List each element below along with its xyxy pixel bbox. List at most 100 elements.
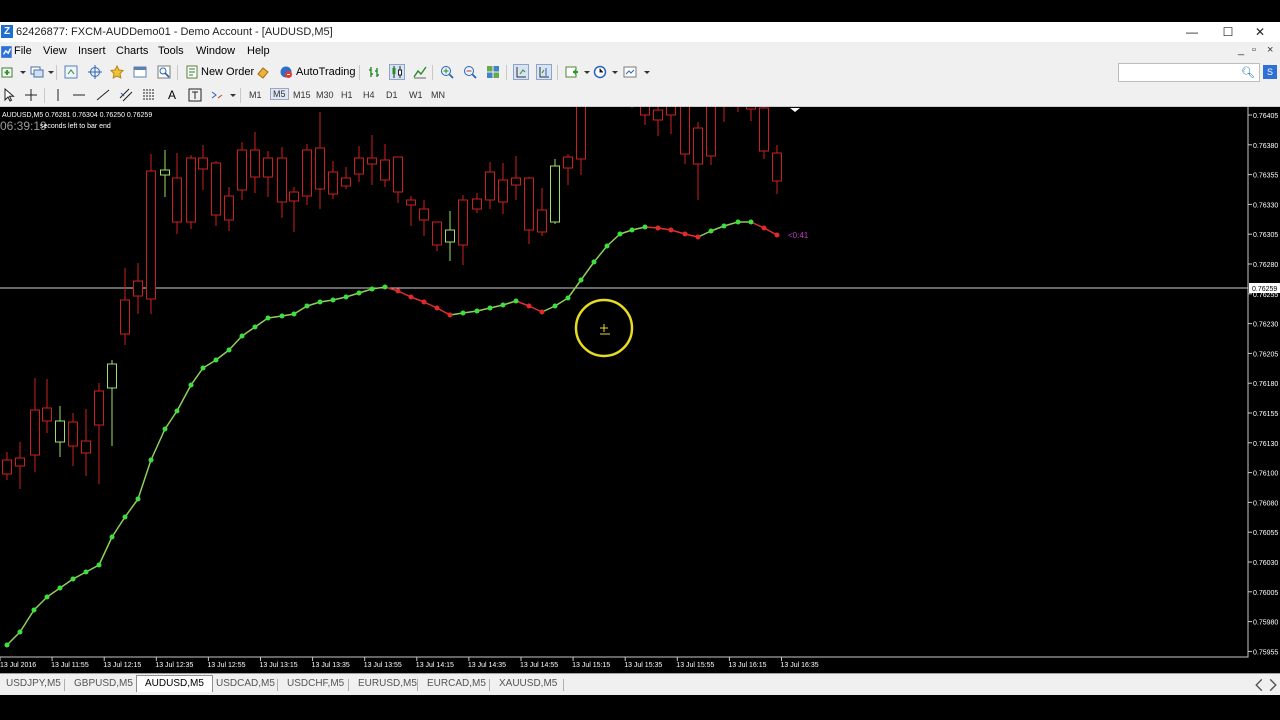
autotrading-icon[interactable] [279, 65, 293, 79]
tabs-scroll-left-icon[interactable] [1252, 678, 1263, 692]
crosshair-tool-icon[interactable] [24, 88, 38, 102]
menu-insert[interactable]: Insert [78, 45, 106, 57]
timeframe-m5[interactable]: M5 [270, 88, 289, 100]
y-axis-label: 0.76230 [1253, 322, 1278, 329]
mt4-app-icon: Z [1, 25, 13, 38]
market-watch-icon[interactable] [64, 65, 78, 79]
menu-file[interactable]: File [14, 45, 32, 57]
crosshair-icon[interactable] [88, 65, 102, 79]
tab-xauusd[interactable]: XAUUSD,M5 [493, 677, 563, 690]
bar-timer-note: seconds left to bar end [40, 123, 111, 130]
y-axis-label: 0.75955 [1253, 649, 1278, 656]
ma-point [265, 315, 271, 321]
x-axis-label: 13 Jul 15:35 [624, 662, 662, 669]
vertical-line-icon[interactable] [51, 88, 65, 102]
y-axis-label: 0.76305 [1253, 232, 1278, 239]
text-box-icon[interactable] [188, 88, 202, 102]
new-order-button[interactable]: New Order [201, 66, 254, 78]
trendline-icon[interactable] [96, 88, 110, 102]
tab-separator [64, 679, 65, 691]
toolbar-separator [240, 88, 241, 103]
tile-windows-icon[interactable] [486, 65, 500, 79]
chevron-down-icon[interactable] [640, 65, 650, 79]
tab-audusd[interactable]: AUDUSD,M5 [136, 675, 213, 692]
candle-body [498, 179, 508, 203]
zoom-out-icon[interactable] [463, 65, 477, 79]
menu-tools[interactable]: Tools [158, 45, 184, 57]
templates-icon[interactable] [623, 65, 637, 79]
y-axis-label: 0.75980 [1253, 620, 1278, 627]
chart-shift-icon[interactable] [536, 64, 552, 80]
profiles-icon[interactable] [30, 65, 44, 79]
text-label-icon[interactable]: A [165, 88, 179, 102]
zoom-in-icon[interactable] [440, 65, 454, 79]
timeframe-mn[interactable]: MN [431, 90, 445, 100]
chevron-down-icon[interactable] [608, 65, 618, 79]
close-button[interactable]: ✕ [1240, 24, 1280, 40]
arrows-icon[interactable] [210, 88, 224, 102]
community-icon[interactable]: S [1263, 65, 1277, 79]
fibonacci-icon[interactable] [142, 88, 156, 102]
x-axis-label: 13 Jul 14:55 [520, 662, 558, 669]
candle-body [406, 199, 416, 206]
strategy-tester-icon[interactable] [157, 65, 171, 79]
autoscroll-icon[interactable] [513, 64, 529, 80]
menu-window[interactable]: Window [196, 45, 235, 57]
autotrading-button[interactable]: AutoTrading [296, 66, 356, 78]
timeframe-m30[interactable]: M30 [316, 90, 334, 100]
tab-usdchf[interactable]: USDCHF,M5 [281, 677, 350, 690]
menu-help[interactable]: Help [247, 45, 270, 57]
timeframe-m1[interactable]: M1 [249, 90, 262, 100]
terminal-icon[interactable] [133, 65, 147, 79]
chevron-down-icon[interactable] [16, 65, 26, 79]
price-chart[interactable]: 0.76405 0.76380 0.76355 0.76330 0.76305 0.762… [0, 37, 1280, 673]
y-axis-label: 0.76330 [1253, 202, 1278, 209]
mdi-close-button[interactable]: × [1267, 44, 1273, 56]
tab-usdjpy[interactable]: USDJPY,M5 [0, 677, 67, 690]
menu-bar: File View Insert Charts Tools Window Hel… [0, 42, 1280, 61]
minimize-button[interactable]: — [1172, 24, 1212, 40]
new-chart-icon[interactable] [1, 65, 15, 79]
candle-body [746, 96, 756, 110]
search-icon[interactable]: 🔍︎ [1241, 66, 1255, 79]
mdi-restore-button[interactable]: ▫ [1252, 44, 1256, 56]
candlestick-chart-svg[interactable]: 0.76405 0.76380 0.76355 0.76330 0.76305 0.762… [0, 37, 1280, 673]
menu-view[interactable]: View [43, 45, 67, 57]
metaeditor-icon[interactable] [256, 65, 270, 79]
candlesticks-icon[interactable] [389, 64, 405, 80]
tab-usdcad[interactable]: USDCAD,M5 [210, 677, 281, 690]
timeframe-h1[interactable]: H1 [341, 90, 353, 100]
timeframe-m15[interactable]: M15 [293, 90, 311, 100]
search-input[interactable]: 🔍︎ [1118, 63, 1260, 82]
chevron-down-icon[interactable] [580, 65, 590, 79]
indicators-icon[interactable] [565, 65, 579, 79]
candle-body [146, 170, 156, 300]
new-order-icon[interactable] [185, 65, 199, 79]
tab-eurusd[interactable]: EURUSD,M5 [352, 677, 423, 690]
ma-point [526, 303, 532, 309]
chevron-down-icon[interactable] [44, 65, 54, 79]
line-chart-icon[interactable] [413, 65, 427, 79]
timeframe-h4[interactable]: H4 [363, 90, 375, 100]
x-axis-label: 13 Jul 15:55 [676, 662, 714, 669]
menu-charts[interactable]: Charts [116, 45, 148, 57]
mdi-minimize-button[interactable]: _ [1238, 44, 1244, 56]
y-axis-label: 0.76030 [1253, 560, 1278, 567]
timeframe-d1[interactable]: D1 [386, 90, 398, 100]
candle-body [302, 149, 312, 197]
y-axis-label: 0.76130 [1253, 441, 1278, 448]
horizontal-line-icon[interactable] [72, 88, 86, 102]
tab-gbpusd[interactable]: GBPUSD,M5 [68, 677, 139, 690]
toolbar-separator [177, 65, 178, 80]
cursor-icon[interactable] [2, 88, 16, 102]
periods-clock-icon[interactable] [593, 65, 607, 79]
chevron-down-icon[interactable] [226, 88, 236, 102]
bar-chart-icon[interactable] [367, 65, 381, 79]
tab-eurcad[interactable]: EURCAD,M5 [421, 677, 492, 690]
tabs-scroll-right-icon[interactable] [1266, 678, 1277, 692]
equidistant-channel-icon[interactable] [119, 88, 133, 102]
navigator-icon[interactable] [110, 65, 124, 79]
candle-body [94, 390, 104, 426]
timeframe-w1[interactable]: W1 [409, 90, 423, 100]
current-price-label: 0.76259 [1252, 286, 1277, 293]
